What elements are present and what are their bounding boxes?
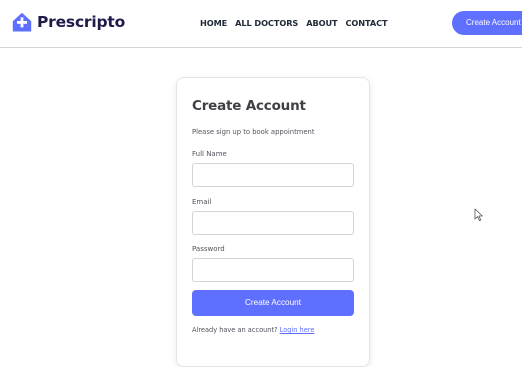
email-input[interactable] (192, 211, 354, 235)
form-title: Create Account (192, 98, 306, 114)
login-link[interactable]: Login here (280, 326, 315, 334)
prescripto-logo-icon (12, 12, 32, 32)
full-name-label: Full Name (192, 150, 227, 158)
nav-link-contact[interactable]: CONTACT (345, 18, 387, 28)
signup-card: Create Account Please sign up to book ap… (176, 77, 370, 367)
nav-link-about[interactable]: ABOUT (306, 18, 337, 28)
brand-logo[interactable]: Prescripto (12, 12, 125, 32)
brand-name: Prescripto (37, 13, 126, 31)
form-subtitle: Please sign up to book appointment (192, 128, 315, 136)
login-prompt-text: Already have an account? (192, 326, 278, 334)
full-name-input[interactable] (192, 163, 354, 187)
password-label: Password (192, 245, 225, 253)
nav-link-home[interactable]: HOME (200, 18, 227, 28)
password-input[interactable] (192, 258, 354, 282)
create-account-submit-button[interactable]: Create Account (192, 290, 354, 316)
login-prompt: Already have an account? Login here (192, 326, 314, 334)
create-account-nav-button[interactable]: Create Account (452, 11, 522, 35)
nav-link-all-doctors[interactable]: ALL DOCTORS (235, 18, 298, 28)
mouse-pointer-icon (474, 208, 483, 221)
email-label: Email (192, 198, 212, 206)
main-nav: HOME ALL DOCTORS ABOUT CONTACT (200, 18, 388, 28)
navbar: Prescripto HOME ALL DOCTORS ABOUT CONTAC… (0, 0, 522, 48)
